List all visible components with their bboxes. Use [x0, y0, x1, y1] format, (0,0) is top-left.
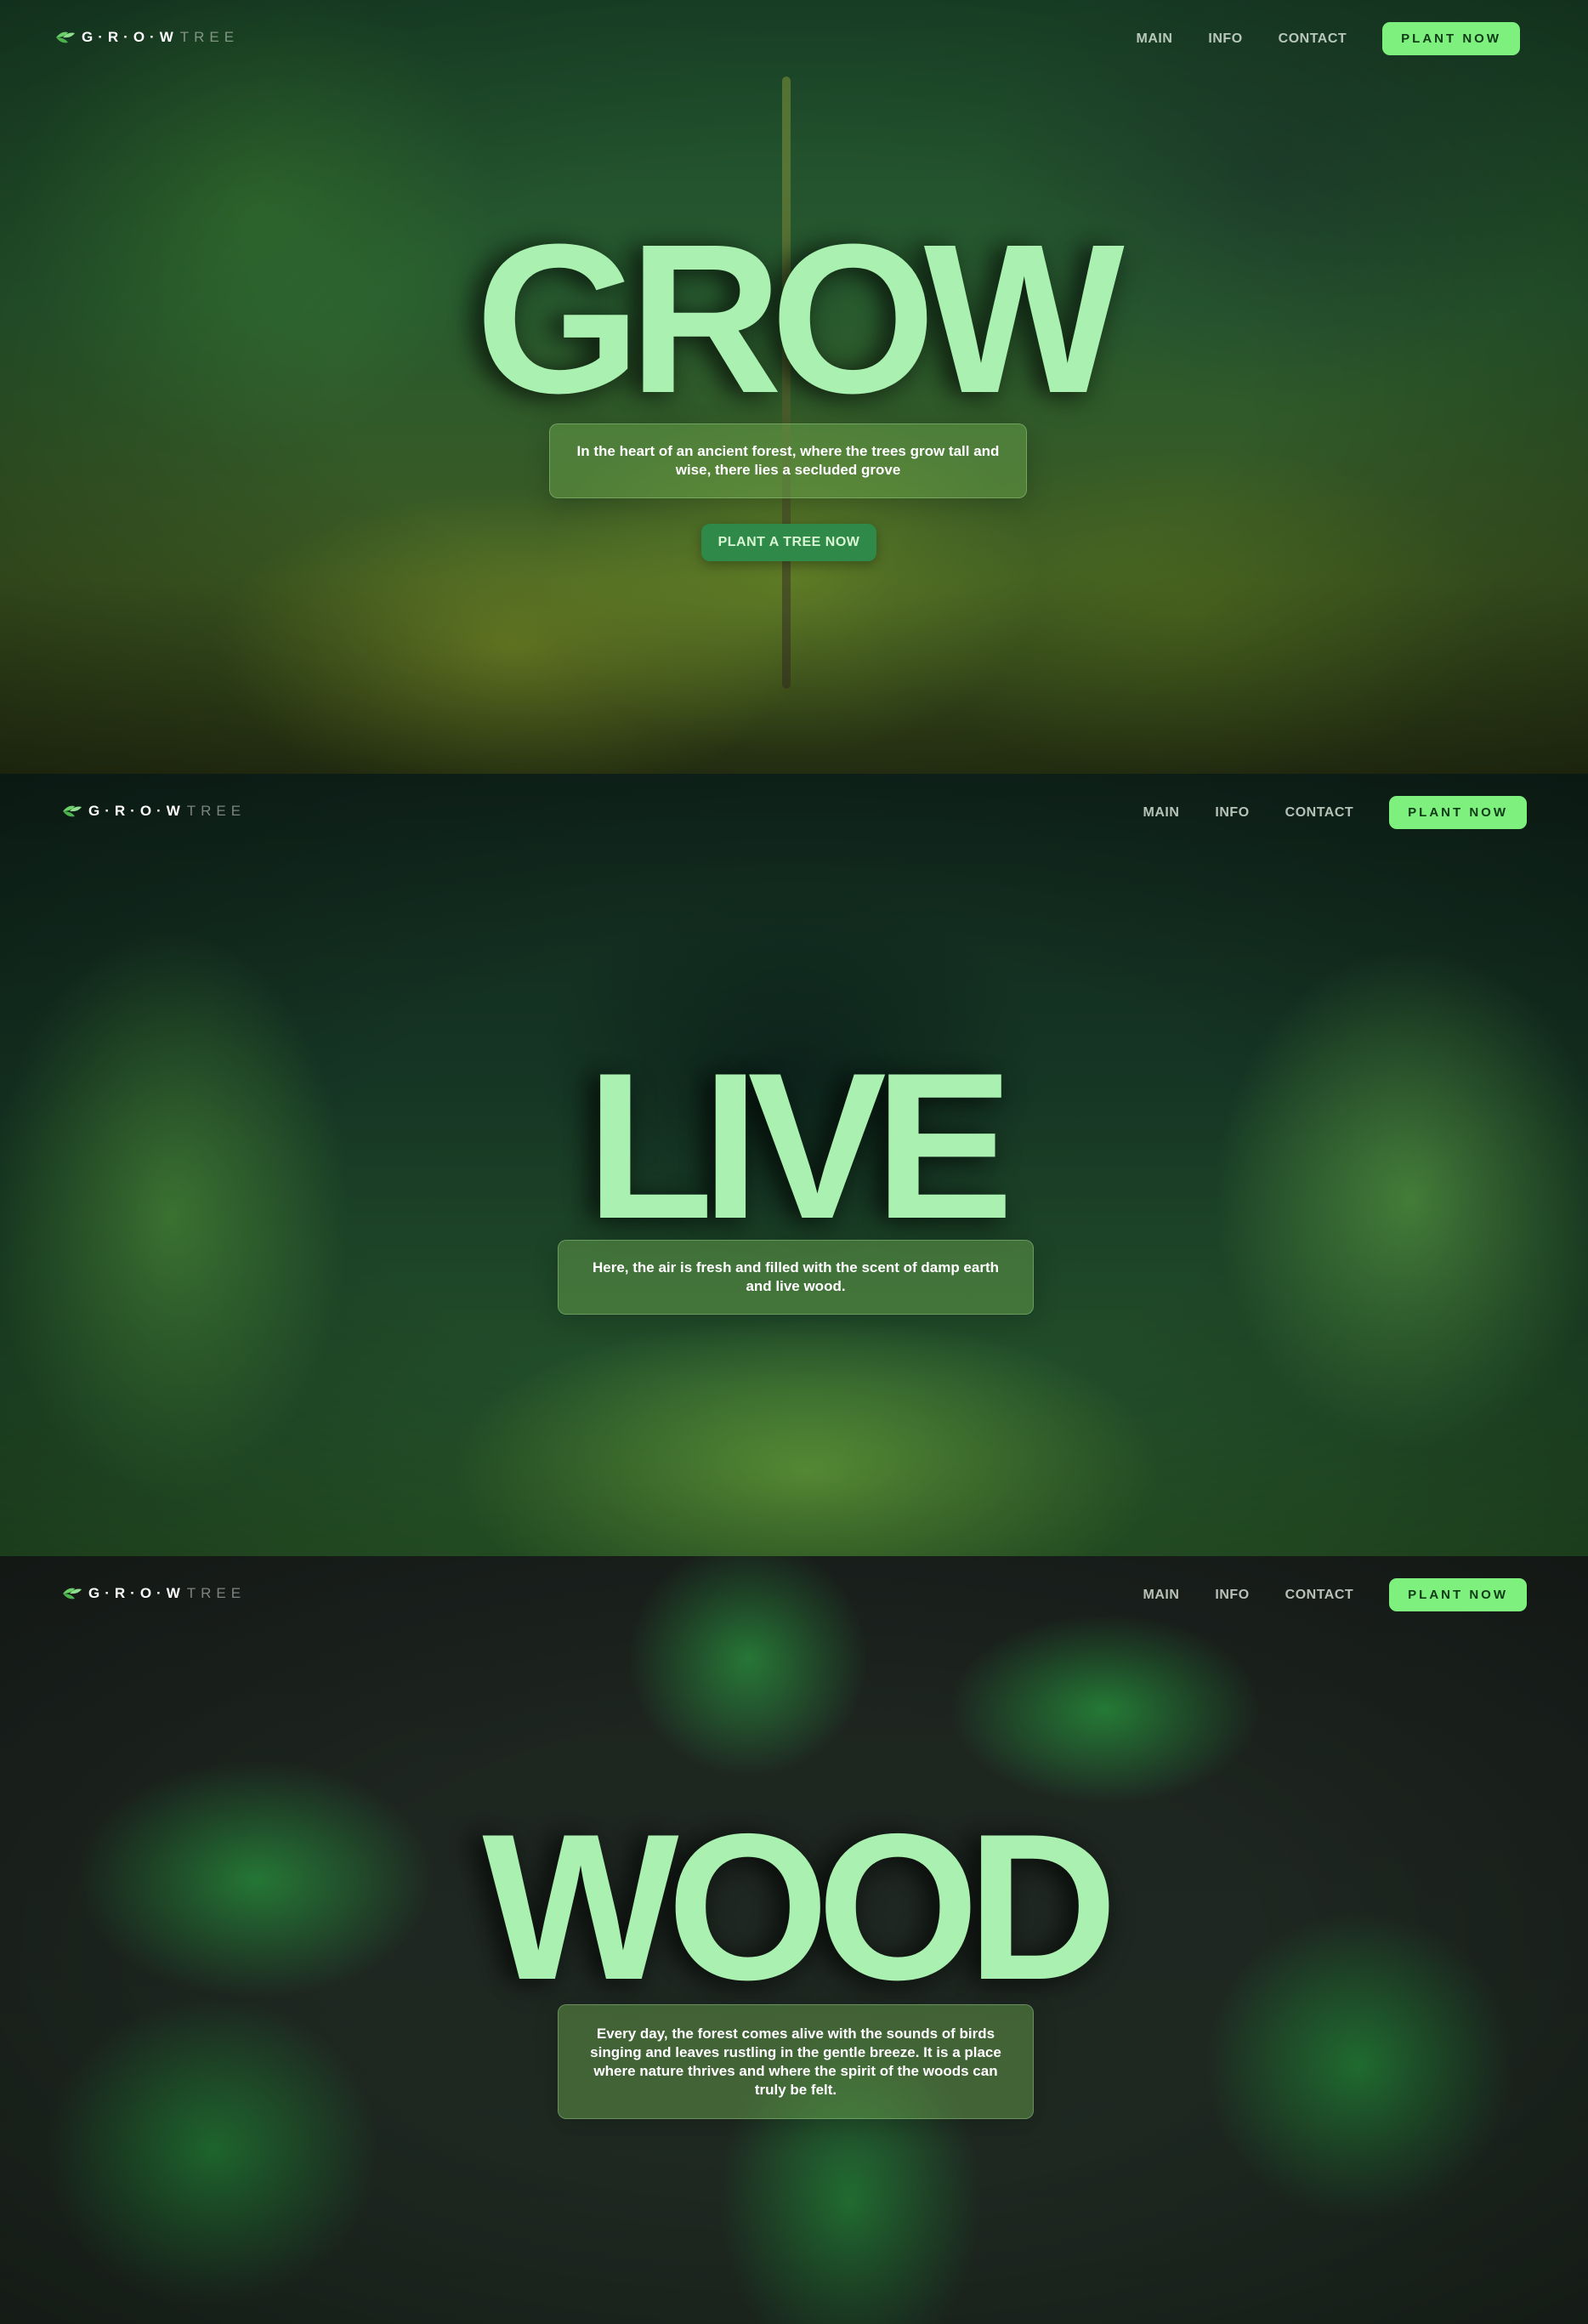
top-nav: G·R·O·W TREE MAIN INFO CONTACT PLANT NOW [0, 1556, 1588, 1637]
intro-text-card: In the heart of an ancient forest, where… [549, 423, 1027, 498]
plant-now-button[interactable]: PLANT NOW [1389, 1578, 1527, 1611]
top-nav: G·R·O·W TREE MAIN INFO CONTACT PLANT NOW [0, 774, 1588, 855]
hero-section-grow: G·R·O·W TREE MAIN INFO CONTACT PLANT NOW… [0, 0, 1588, 774]
leaf-icon [63, 1588, 82, 1600]
brand-logo[interactable]: G·R·O·W TREE [61, 1585, 246, 1602]
nav-info-link[interactable]: INFO [1215, 805, 1249, 821]
nav-contact-link[interactable]: CONTACT [1285, 805, 1354, 821]
nav-info-link[interactable]: INFO [1215, 1588, 1249, 1603]
nav-main-link[interactable]: MAIN [1143, 1588, 1180, 1603]
nav-info-link[interactable]: INFO [1208, 31, 1242, 47]
top-nav: G·R·O·W TREE MAIN INFO CONTACT PLANT NOW [0, 0, 1588, 81]
wood-text-card: Every day, the forest comes alive with t… [558, 2004, 1034, 2119]
live-text-card: Here, the air is fresh and filled with t… [558, 1240, 1034, 1315]
live-text: Here, the air is fresh and filled with t… [593, 1259, 999, 1294]
plant-now-button[interactable]: PLANT NOW [1389, 796, 1527, 829]
nav-main-link[interactable]: MAIN [1137, 31, 1173, 47]
nav-menu: MAIN INFO CONTACT PLANT NOW [1143, 1578, 1527, 1611]
wood-text: Every day, the forest comes alive with t… [590, 2025, 1001, 2098]
plant-tree-button[interactable]: PLANT A TREE NOW [701, 524, 876, 561]
brand-logo[interactable]: G·R·O·W TREE [54, 29, 239, 46]
brand-grow: G·R·O·W [88, 803, 185, 819]
brand-tree: TREE [186, 1585, 247, 1601]
plant-now-button[interactable]: PLANT NOW [1382, 22, 1520, 55]
nav-contact-link[interactable]: CONTACT [1285, 1588, 1354, 1603]
headline-wood: WOOD [482, 1790, 1117, 2023]
hero-section-live: G·R·O·W TREE MAIN INFO CONTACT PLANT NOW… [0, 774, 1588, 1556]
brand-grow: G·R·O·W [82, 29, 179, 45]
nav-menu: MAIN INFO CONTACT PLANT NOW [1143, 796, 1527, 829]
nav-main-link[interactable]: MAIN [1143, 805, 1180, 821]
leaf-icon [63, 805, 82, 817]
brand-logo[interactable]: G·R·O·W TREE [61, 803, 246, 820]
hero-section-wood: G·R·O·W TREE MAIN INFO CONTACT PLANT NOW… [0, 1556, 1588, 2324]
brand-grow: G·R·O·W [88, 1585, 185, 1601]
leaf-icon [56, 31, 75, 43]
brand-tree: TREE [186, 803, 247, 819]
intro-text: In the heart of an ancient forest, where… [576, 443, 1000, 478]
nav-contact-link[interactable]: CONTACT [1279, 31, 1347, 47]
brand-tree: TREE [179, 29, 240, 45]
headline-live: LIVE [586, 1029, 1014, 1262]
headline-grow: GROW [475, 200, 1124, 437]
nav-menu: MAIN INFO CONTACT PLANT NOW [1137, 22, 1520, 55]
